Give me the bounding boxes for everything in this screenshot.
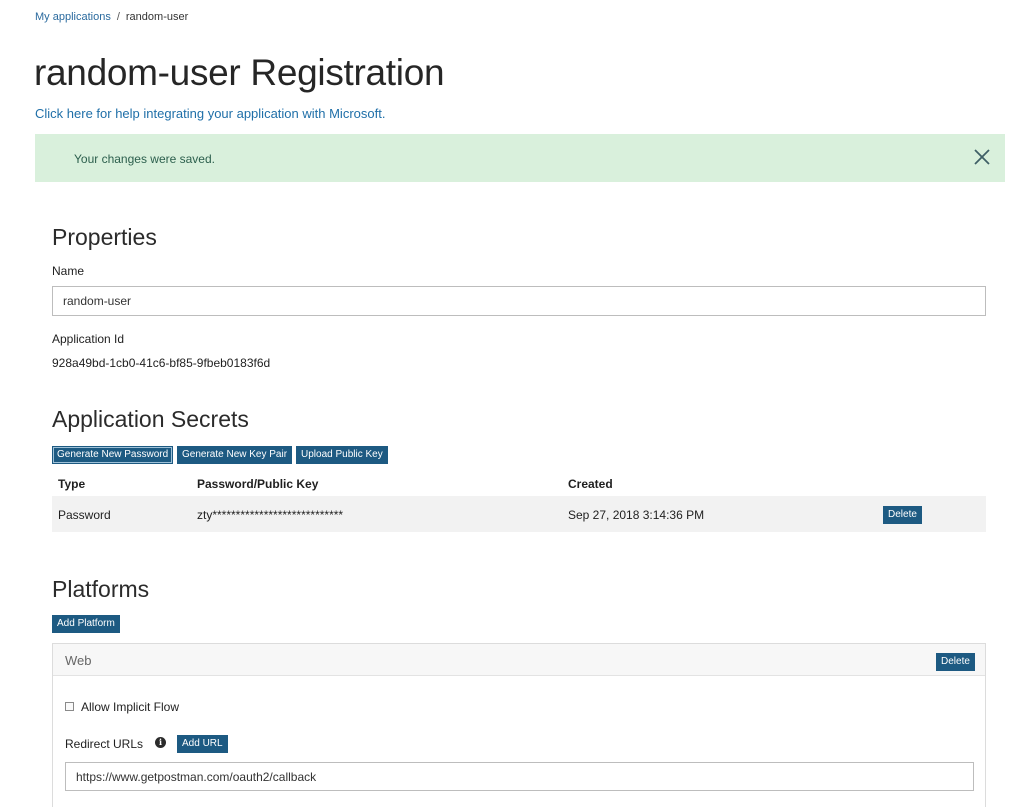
platforms-heading: Platforms — [52, 576, 150, 602]
web-platform-title: Web — [65, 653, 92, 668]
allow-implicit-flow-checkbox[interactable] — [65, 702, 74, 711]
info-icon[interactable]: i — [155, 737, 166, 748]
breadcrumb: My applications / random-user — [35, 11, 188, 23]
column-header-key: Password/Public Key — [197, 477, 319, 491]
column-header-created: Created — [568, 477, 613, 491]
secret-key-masked: zty**************************** — [197, 508, 344, 522]
upload-public-key-button[interactable]: Upload Public Key — [296, 446, 388, 464]
banner-message: Your changes were saved. — [74, 152, 215, 166]
application-id-label: Application Id — [52, 332, 125, 346]
application-id-value: 928a49bd-1cb0-41c6-bf85-9fbeb0183f6d — [52, 356, 271, 370]
breadcrumb-current: random-user — [125, 11, 189, 23]
delete-platform-button[interactable]: Delete — [936, 653, 975, 671]
table-row: Password zty****************************… — [52, 496, 986, 532]
column-header-type: Type — [58, 477, 86, 491]
page-title: random-user Registration — [34, 52, 445, 93]
redirect-url-input[interactable] — [65, 762, 974, 791]
redirect-urls-label: Redirect URLs — [65, 737, 144, 751]
name-input[interactable] — [52, 286, 986, 316]
generate-new-key-pair-button[interactable]: Generate New Key Pair — [177, 446, 293, 464]
secret-created-date: Sep 27, 2018 3:14:36 PM — [568, 508, 705, 522]
generate-new-password-button[interactable]: Generate New Password — [52, 446, 174, 464]
secret-type: Password — [58, 508, 111, 522]
allow-implicit-flow-label: Allow Implicit Flow — [81, 700, 180, 714]
add-platform-button[interactable]: Add Platform — [52, 615, 120, 633]
close-icon[interactable] — [973, 148, 991, 166]
web-platform-header: Web Delete — [53, 644, 985, 676]
add-url-button[interactable]: Add URL — [177, 735, 228, 753]
breadcrumb-separator: / — [116, 11, 120, 23]
name-label: Name — [52, 264, 85, 278]
web-platform-panel: Web Delete Allow Implicit Flow Redirect … — [52, 643, 986, 807]
application-secrets-heading: Application Secrets — [52, 406, 249, 432]
secrets-table: Type Password/Public Key Created Passwor… — [52, 470, 986, 532]
success-banner: Your changes were saved. — [35, 134, 1005, 182]
help-integration-link[interactable]: Click here for help integrating your app… — [35, 106, 385, 121]
secrets-table-header: Type Password/Public Key Created — [52, 470, 986, 496]
breadcrumb-my-applications-link[interactable]: My applications — [35, 11, 111, 23]
properties-heading: Properties — [52, 224, 157, 250]
delete-secret-button[interactable]: Delete — [883, 506, 922, 524]
